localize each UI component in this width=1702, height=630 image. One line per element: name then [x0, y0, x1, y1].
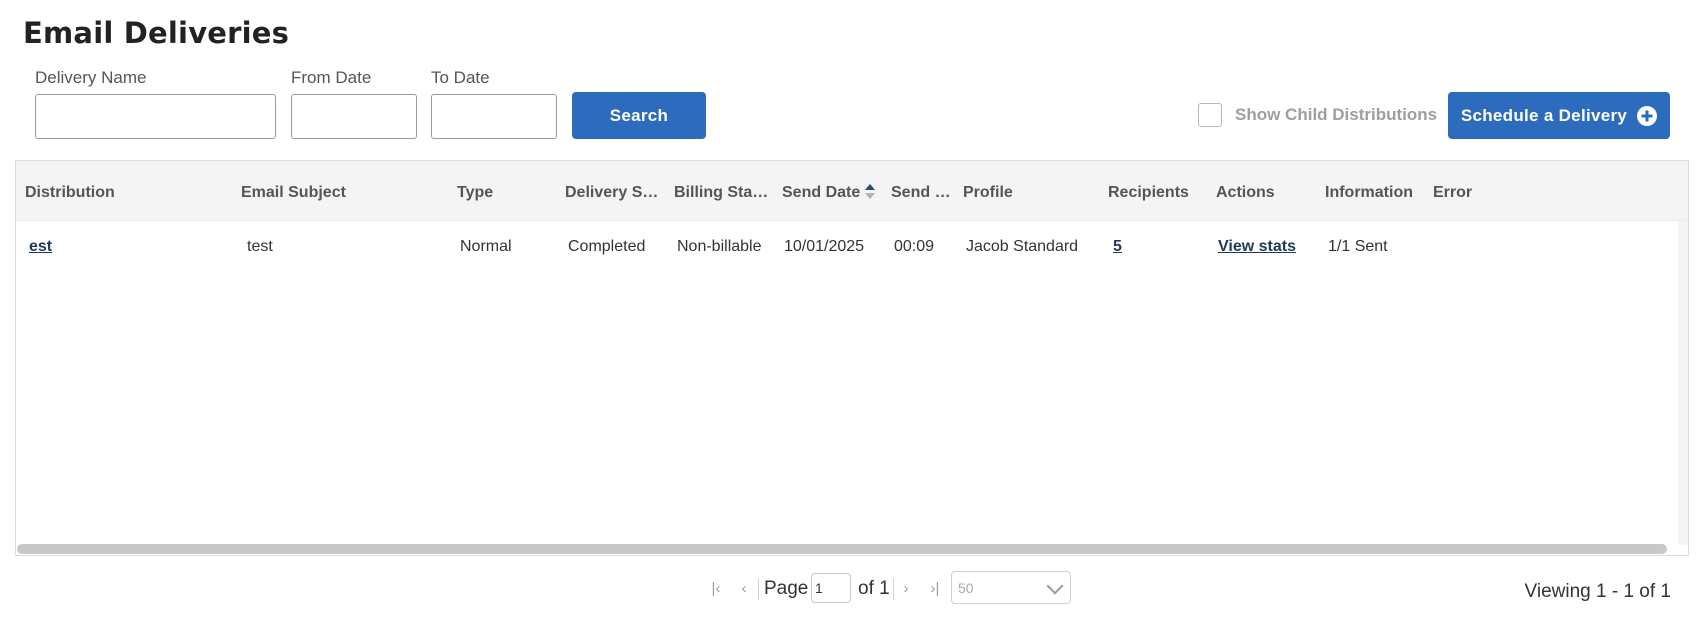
- send-date-cell: 10/01/2025: [784, 238, 865, 255]
- page-count-label: of 1: [858, 578, 890, 599]
- previous-page-icon[interactable]: ‹: [734, 578, 754, 598]
- column-header-recipients[interactable]: Recipients: [1108, 184, 1208, 202]
- column-header-actions[interactable]: Actions: [1216, 184, 1316, 202]
- to-date-input[interactable]: [431, 94, 557, 139]
- vertical-scroll-gutter: [1678, 221, 1688, 545]
- grid-header: Distribution Email Subject Type Delivery…: [16, 161, 1688, 221]
- profile-cell: Jacob Standard: [966, 238, 1079, 255]
- page-label: Page: [764, 578, 809, 599]
- column-header-profile[interactable]: Profile: [963, 184, 1093, 202]
- page-title: Email Deliveries: [23, 16, 290, 50]
- next-page-icon[interactable]: ›: [896, 578, 916, 598]
- show-child-distributions-checkbox[interactable]: [1198, 103, 1222, 127]
- schedule-delivery-label: Schedule a Delivery: [1460, 105, 1628, 125]
- last-page-icon[interactable]: ›|: [925, 578, 945, 598]
- delivery-name-label: Delivery Name: [35, 68, 147, 87]
- column-header-distribution[interactable]: Distribution: [25, 184, 225, 202]
- column-header-delivery-status[interactable]: Delivery S…: [565, 184, 669, 202]
- first-page-icon[interactable]: |‹: [706, 578, 726, 598]
- column-header-email-subject[interactable]: Email Subject: [241, 184, 441, 202]
- send-time-cell: 00:09: [894, 238, 935, 255]
- pager-separator: [758, 578, 759, 600]
- from-date-input[interactable]: [291, 94, 417, 139]
- information-cell: 1/1 Sent: [1328, 238, 1388, 255]
- deliveries-grid: Distribution Email Subject Type Delivery…: [15, 160, 1689, 556]
- delivery-status-cell: Completed: [568, 238, 646, 255]
- to-date-label: To Date: [431, 68, 490, 87]
- column-header-information[interactable]: Information: [1325, 184, 1425, 202]
- column-header-billing-status[interactable]: Billing Sta…: [674, 184, 778, 202]
- delivery-name-input[interactable]: [35, 94, 276, 139]
- type-cell: Normal: [460, 238, 512, 255]
- show-child-distributions-label[interactable]: Show Child Distributions: [1235, 105, 1437, 125]
- sort-ascending-icon[interactable]: [865, 184, 875, 200]
- distribution-link[interactable]: est: [29, 238, 52, 256]
- from-date-label: From Date: [291, 68, 372, 87]
- horizontal-scrollbar[interactable]: [17, 544, 1667, 554]
- page-size-value: 50: [958, 580, 974, 596]
- recipients-link[interactable]: 5: [1113, 238, 1122, 256]
- column-header-send-date[interactable]: Send Date: [782, 184, 866, 202]
- plus-circle-icon: [1637, 105, 1658, 126]
- search-button[interactable]: Search: [572, 92, 706, 139]
- chevron-down-icon: [1046, 577, 1064, 595]
- email-subject-cell: test: [247, 238, 273, 255]
- column-header-error[interactable]: Error: [1433, 184, 1533, 202]
- page-size-select[interactable]: 50: [951, 571, 1071, 604]
- pager-separator: [893, 578, 894, 600]
- billing-status-cell: Non-billable: [677, 238, 762, 255]
- column-header-type[interactable]: Type: [457, 184, 557, 202]
- schedule-delivery-button[interactable]: Schedule a Delivery: [1448, 92, 1670, 139]
- viewing-summary: Viewing 1 - 1 of 1: [1524, 581, 1671, 602]
- column-header-send-time[interactable]: Send …: [891, 184, 961, 202]
- page-number-input[interactable]: [811, 573, 851, 603]
- view-stats-link[interactable]: View stats: [1218, 238, 1296, 256]
